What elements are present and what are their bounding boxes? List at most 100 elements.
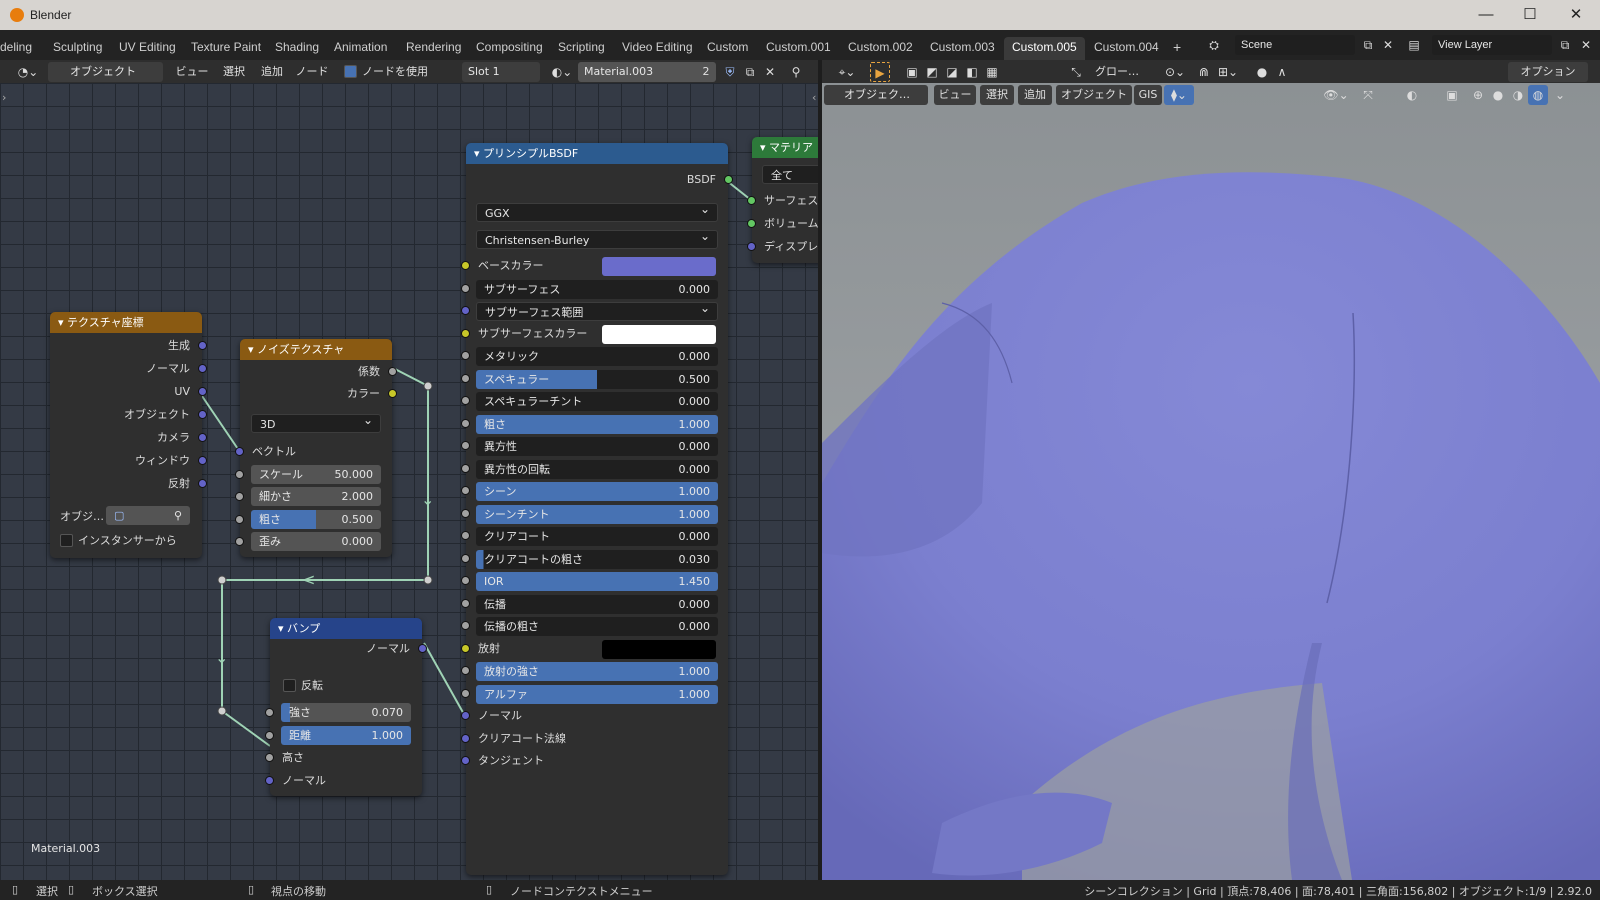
noise-texture-node[interactable]: ▾ ノイズテクスチャ 係数 カラー 3D ベクトル スケール50.000 細かさ…	[235, 339, 397, 557]
menu-add[interactable]: 追加	[254, 62, 290, 82]
menu-select[interactable]: 選択	[216, 62, 252, 82]
tab-custom-004[interactable]: Custom.004	[1086, 37, 1167, 60]
visibility-icon[interactable]: 👁⌄	[1320, 85, 1352, 105]
sidebar-toggle-icon[interactable]: ‹	[812, 91, 816, 104]
value-slider[interactable]: シーン 1.000	[476, 482, 718, 501]
editor-type-icon[interactable]: ◔⌄	[12, 62, 44, 82]
target-dropdown[interactable]: 全て	[762, 165, 818, 184]
value-slider[interactable]: 異方性の回転 0.000	[476, 459, 718, 479]
falloff-icon[interactable]: ∧	[1272, 62, 1292, 82]
wireframe-shading-icon[interactable]: ⊕	[1468, 85, 1488, 105]
value-slider[interactable]: 粗さ 1.000	[476, 414, 718, 434]
color-swatch[interactable]	[602, 639, 716, 659]
tab-texture-paint[interactable]: Texture Paint	[183, 37, 269, 60]
tab-custom-005[interactable]: Custom.005	[1004, 37, 1085, 60]
distance-field[interactable]: 距離 1.000	[281, 726, 411, 745]
tab-custom-003[interactable]: Custom.003	[922, 37, 1003, 60]
value-slider[interactable]: スペキュラーチント 0.000	[476, 392, 718, 411]
select-mode-subtract-icon[interactable]: ◪	[942, 62, 962, 82]
material-output-node[interactable]: ▾ マテリア 全て サーフェス ボリューム ディスプレ	[747, 137, 818, 263]
select-tool-icon[interactable]: ▶	[870, 62, 890, 82]
editor-type-icon[interactable]: ⌖⌄	[832, 62, 862, 82]
subsurface-radius-dropdown[interactable]: サブサーフェス範囲	[476, 299, 718, 321]
principled-bsdf-node[interactable]: ▾ プリンシプルBSDF BSDF GGX Christensen-Burley…	[461, 143, 733, 875]
rendered-shading-icon[interactable]: ◍	[1528, 85, 1548, 105]
menu-node[interactable]: ノード	[292, 62, 332, 82]
from-instancer-checkbox[interactable]	[60, 534, 73, 547]
pin-icon[interactable]: ⚲	[786, 62, 806, 82]
tab-custom-001[interactable]: Custom.001	[758, 37, 839, 60]
scale-field[interactable]: スケール 50.000	[251, 465, 381, 484]
3d-viewport[interactable]: ⌖⌄ ▶ ▣ ◩ ◪ ◧ ▦ ⤡ グロー… ⊙⌄ ⋒ ⊞⌄ ● ∧ オプション	[822, 60, 1600, 880]
use-nodes-checkbox[interactable]	[344, 65, 357, 78]
color-swatch[interactable]	[602, 324, 716, 344]
close-icon[interactable]: ✕	[1556, 3, 1596, 27]
select-mode-invert-icon[interactable]: ◧	[962, 62, 982, 82]
snap-icon[interactable]: ⋒	[1194, 62, 1214, 82]
value-slider[interactable]: シーンチント 1.000	[476, 504, 718, 524]
view-layer-selector-icon[interactable]: ▤	[1404, 35, 1424, 55]
menu-gis[interactable]: GIS	[1134, 85, 1162, 105]
value-slider[interactable]: クリアコートの粗さ 0.030	[476, 549, 718, 569]
select-mode-new-icon[interactable]: ▣	[902, 62, 922, 82]
add-workspace-icon[interactable]: +	[1165, 37, 1189, 60]
mode-dropdown[interactable]: オブジェク…	[824, 85, 928, 105]
toolbar-toggle-icon[interactable]: ›	[2, 91, 6, 104]
delete-scene-icon[interactable]: ✕	[1378, 35, 1398, 55]
value-slider[interactable]: サブサーフェス 0.000	[476, 279, 718, 299]
menu-view[interactable]: ビュー	[934, 85, 976, 105]
detail-field[interactable]: 細かさ 2.000	[251, 487, 381, 506]
value-slider[interactable]: 伝播 0.000	[476, 594, 718, 614]
roughness-field[interactable]: 粗さ 0.500	[251, 510, 381, 529]
tab-modeling[interactable]: deling	[0, 37, 40, 60]
distribution-dropdown[interactable]: GGX	[476, 200, 718, 222]
invert-checkbox[interactable]	[283, 679, 296, 692]
object-picker-field[interactable]: ▢ ⚲	[106, 506, 190, 525]
value-slider[interactable]: アルファ 1.000	[476, 684, 718, 704]
tab-rendering[interactable]: Rendering	[398, 37, 469, 60]
new-scene-icon[interactable]: ⧉	[1358, 35, 1378, 55]
select-mode-extend-icon[interactable]: ◩	[922, 62, 942, 82]
color-swatch[interactable]	[602, 257, 716, 276]
tab-animation[interactable]: Animation	[326, 37, 395, 60]
node-editor-canvas[interactable]: ⌄ < ⌄ ▾ テクスチャ座標 生成 ノーマル UV オブジェクト カメラ ウィ…	[0, 83, 818, 880]
tab-shading[interactable]: Shading	[267, 37, 327, 60]
menu-add[interactable]: 追加	[1018, 85, 1052, 105]
transform-orientation-icon[interactable]: ⤡	[1066, 62, 1086, 82]
tab-sculpting[interactable]: Sculpting	[45, 37, 110, 60]
fake-user-shield-icon[interactable]: ⛨	[720, 62, 740, 82]
material-preview-icon[interactable]: ◑	[1508, 85, 1528, 105]
scene-selector-icon[interactable]: ⛭	[1204, 35, 1224, 55]
xray-icon[interactable]: ▣	[1442, 85, 1462, 105]
maximize-icon[interactable]: ☐	[1510, 3, 1550, 27]
new-view-layer-icon[interactable]: ⧉	[1555, 35, 1575, 55]
delete-view-layer-icon[interactable]: ✕	[1576, 35, 1596, 55]
proportional-edit-icon[interactable]: ●	[1252, 62, 1272, 82]
transform-orientation-dropdown[interactable]: グロー…	[1086, 62, 1148, 82]
slot-dropdown[interactable]: Slot 1	[462, 62, 540, 82]
unlink-material-icon[interactable]: ✕	[760, 62, 780, 82]
menu-view[interactable]: ビュー	[172, 62, 212, 82]
value-slider[interactable]: 異方性 0.000	[476, 437, 718, 456]
shading-options-icon[interactable]: ⌄	[1550, 85, 1570, 105]
select-mode-intersect-icon[interactable]: ▦	[982, 62, 1002, 82]
tab-video-editing[interactable]: Video Editing	[614, 37, 701, 60]
snap-target-icon[interactable]: ⊞⌄	[1214, 62, 1242, 82]
pivot-point-icon[interactable]: ⊙⌄	[1162, 62, 1188, 82]
tab-uv-editing[interactable]: UV Editing	[111, 37, 184, 60]
value-slider[interactable]: クリアコート 0.000	[476, 527, 718, 546]
minimize-icon[interactable]: —	[1466, 3, 1506, 27]
value-slider[interactable]: IOR 1.450	[476, 572, 718, 591]
subsurface-method-dropdown[interactable]: Christensen-Burley	[476, 227, 718, 249]
dimensions-dropdown[interactable]: 3D	[251, 411, 381, 433]
gizmo-icon[interactable]: ⤧	[1358, 85, 1378, 105]
material-browse-icon[interactable]: ◐⌄	[548, 62, 576, 82]
tab-custom[interactable]: Custom	[699, 37, 756, 60]
value-slider[interactable]: メタリック 0.000	[476, 347, 718, 366]
options-dropdown[interactable]: オプション	[1508, 62, 1588, 82]
value-slider[interactable]: 放射の強さ 1.000	[476, 662, 718, 681]
scene-field[interactable]: Scene	[1235, 35, 1355, 55]
tab-custom-002[interactable]: Custom.002	[840, 37, 921, 60]
solid-shading-icon[interactable]: ●	[1488, 85, 1508, 105]
view-layer-field[interactable]: View Layer	[1432, 35, 1552, 55]
